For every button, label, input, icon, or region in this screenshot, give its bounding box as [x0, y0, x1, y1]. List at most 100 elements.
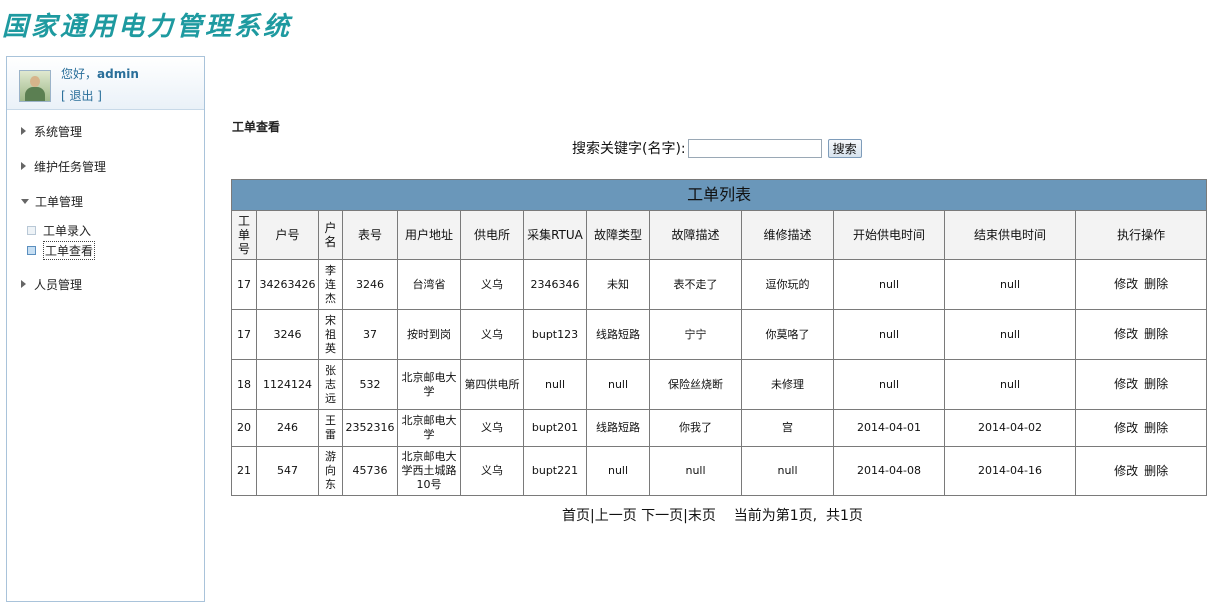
- delete-link[interactable]: 删除: [1144, 464, 1168, 478]
- table-cell: 2014-04-02: [944, 409, 1076, 447]
- table-cell: 2352316: [342, 409, 398, 447]
- menu-item-system[interactable]: 系统管理: [21, 121, 201, 141]
- table-cell: 2346346: [523, 259, 587, 310]
- logout-link[interactable]: [ 退出 ]: [61, 87, 102, 104]
- first-page-link[interactable]: 首页: [562, 508, 590, 524]
- delete-link[interactable]: 删除: [1144, 377, 1168, 391]
- page-status: 当前为第1页, 共1页: [733, 508, 863, 524]
- table-cell: 21: [231, 446, 257, 496]
- table-cell: bupt123: [523, 309, 587, 360]
- nav-menu: 系统管理 维护任务管理 工单管理 工单录入 工单查看 人员管理: [21, 121, 201, 309]
- search-button[interactable]: 搜索: [827, 138, 862, 158]
- table-cell: 宁宁: [649, 309, 742, 360]
- table-cell: 线路短路: [586, 409, 650, 447]
- page-title: 工单查看: [232, 120, 281, 134]
- delete-link[interactable]: 删除: [1144, 327, 1168, 341]
- table-cell: 义乌: [460, 409, 524, 447]
- caret-right-icon: [21, 127, 26, 135]
- table-cell: 义乌: [460, 259, 524, 310]
- table-cell: 532: [342, 359, 398, 410]
- table-cell: null: [649, 446, 742, 496]
- caret-right-icon: [21, 162, 26, 170]
- table-cell: 张志远: [318, 359, 343, 410]
- table-cell: 线路短路: [586, 309, 650, 360]
- next-page-link[interactable]: 下一页: [641, 508, 683, 524]
- table-cell: bupt221: [523, 446, 587, 496]
- table-cell: 246: [256, 409, 319, 447]
- table-cell: 17: [231, 309, 257, 360]
- table-cell: 北京邮电大学西土城路10号: [397, 446, 461, 496]
- table-cell: 你莫咯了: [741, 309, 834, 360]
- table-cell: 第四供电所: [460, 359, 524, 410]
- menu-item-personnel[interactable]: 人员管理: [21, 274, 201, 294]
- search-bar: 搜索关键字(名字): 搜索: [572, 138, 862, 158]
- delete-link[interactable]: 删除: [1144, 277, 1168, 291]
- avatar: [19, 70, 51, 102]
- menu-item-maintenance[interactable]: 维护任务管理: [21, 156, 201, 176]
- edit-link[interactable]: 修改: [1114, 277, 1138, 291]
- table-cell: null: [833, 309, 945, 360]
- prev-page-link[interactable]: 上一页: [595, 508, 637, 524]
- column-header: 故障类型: [586, 210, 650, 260]
- menu-item-label: 人员管理: [34, 277, 83, 292]
- delete-link[interactable]: 删除: [1144, 421, 1168, 435]
- table-cell: null: [944, 309, 1076, 360]
- table-cell: 李连杰: [318, 259, 343, 310]
- caret-down-icon: [21, 198, 29, 204]
- table-cell: 台湾省: [397, 259, 461, 310]
- row-actions: 修改 删除: [1074, 409, 1208, 447]
- menu-item-label: 维护任务管理: [34, 159, 107, 174]
- column-header: 结束供电时间: [944, 210, 1076, 260]
- table-cell: 3246: [342, 259, 398, 310]
- row-actions: 修改 删除: [1074, 259, 1208, 310]
- edit-link[interactable]: 修改: [1114, 327, 1138, 341]
- table-cell: 1124124: [256, 359, 319, 410]
- column-header: 执行操作: [1074, 210, 1208, 260]
- row-actions: 修改 删除: [1074, 309, 1208, 360]
- table-row: 17 3246 宋祖英 37 按时到岗 义乌 bupt123 线路短路 宁宁 你…: [231, 309, 1208, 360]
- square-bullet-icon: [27, 245, 36, 255]
- table-cell: 2014-04-01: [833, 409, 945, 447]
- user-name: admin: [97, 67, 139, 81]
- table-cell: 547: [256, 446, 319, 496]
- table-cell: null: [944, 359, 1076, 410]
- table-cell: 2014-04-08: [833, 446, 945, 496]
- row-actions: 修改 删除: [1074, 359, 1208, 410]
- table-cell: bupt201: [523, 409, 587, 447]
- table-cell: 保险丝烧断: [649, 359, 742, 410]
- app-title: 国家通用电力管理系统: [2, 12, 293, 42]
- table-cell: 表不走了: [649, 259, 742, 310]
- table-cell: 34263426: [256, 259, 319, 310]
- edit-link[interactable]: 修改: [1114, 377, 1138, 391]
- table-cell: 义乌: [460, 309, 524, 360]
- square-bullet-icon: [27, 225, 36, 235]
- workorder-table: 工单列表 工单号 户号 户名 表号 用户地址 供电所 采集RTUA 故障类型 故…: [230, 179, 1208, 496]
- table-cell: 宋祖英: [318, 309, 343, 360]
- table-cell: 3246: [256, 309, 319, 360]
- table-row: 20 246 王雷 2352316 北京邮电大学 义乌 bupt201 线路短路…: [231, 409, 1208, 447]
- column-header: 工单号: [231, 210, 257, 260]
- column-header: 用户地址: [397, 210, 461, 260]
- menu-item-workorder[interactable]: 工单管理: [21, 191, 201, 211]
- column-header: 采集RTUA: [523, 210, 587, 260]
- table-cell: 宫: [741, 409, 834, 447]
- submenu-item-view[interactable]: 工单查看: [27, 240, 201, 260]
- table-cell: 王雷: [318, 409, 343, 447]
- table-cell: 北京邮电大学: [397, 359, 461, 410]
- column-header: 表号: [342, 210, 398, 260]
- menu-item-label: 系统管理: [34, 124, 83, 139]
- caret-right-icon: [21, 280, 26, 288]
- column-header: 开始供电时间: [833, 210, 945, 260]
- row-actions: 修改 删除: [1074, 446, 1208, 496]
- table-cell: 17: [231, 259, 257, 310]
- column-header: 维修描述: [741, 210, 834, 260]
- search-input[interactable]: [687, 138, 822, 158]
- edit-link[interactable]: 修改: [1114, 464, 1138, 478]
- table-cell: 义乌: [460, 446, 524, 496]
- table-row: 21 547 游向东 45736 北京邮电大学西土城路10号 义乌 bupt22…: [231, 446, 1208, 496]
- column-header: 故障描述: [649, 210, 742, 260]
- table-row: 17 34263426 李连杰 3246 台湾省 义乌 2346346 未知 表…: [231, 259, 1208, 310]
- edit-link[interactable]: 修改: [1114, 421, 1138, 435]
- last-page-link[interactable]: 末页: [688, 508, 716, 524]
- submenu-item-entry[interactable]: 工单录入: [27, 220, 201, 240]
